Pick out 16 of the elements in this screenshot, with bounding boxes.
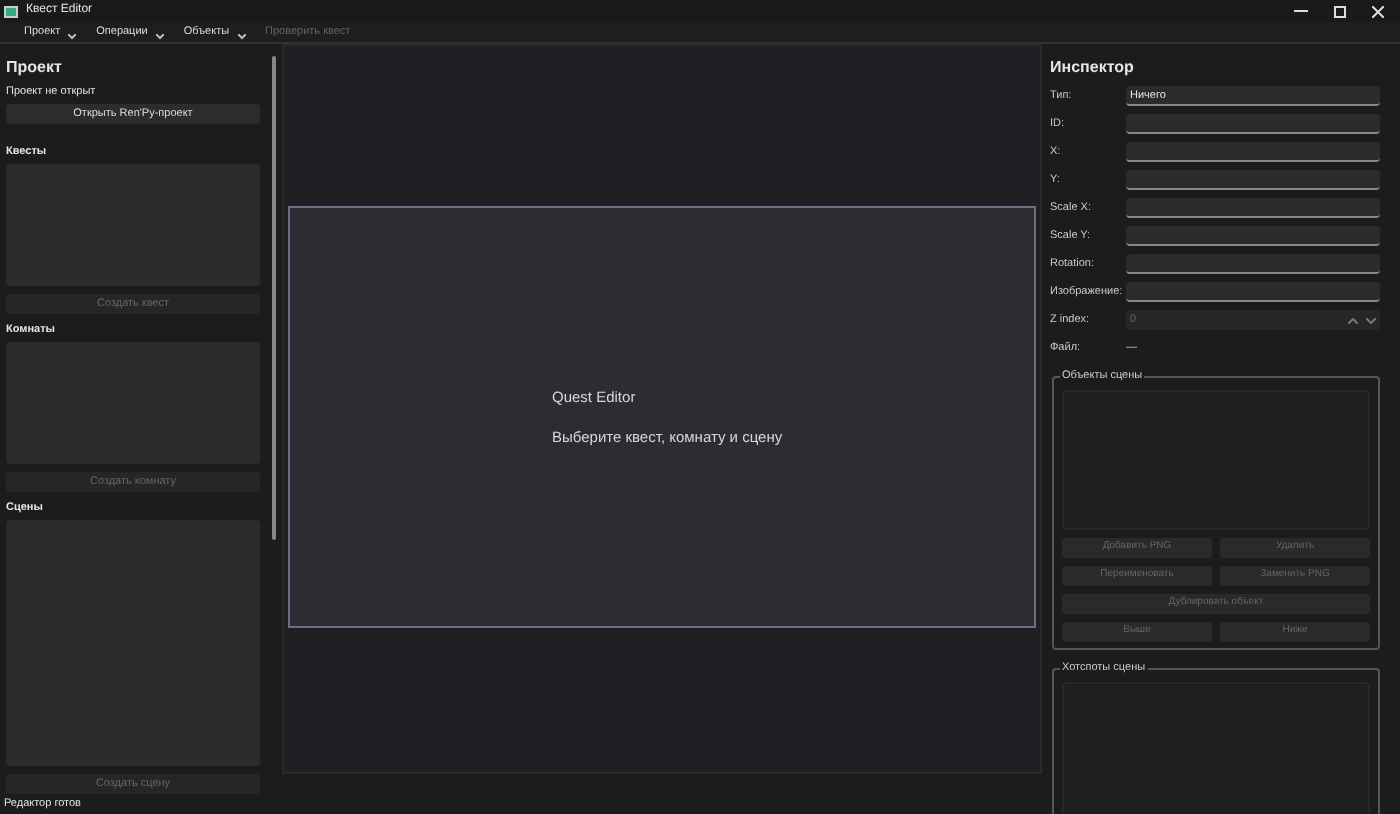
panel-title: Проект [6,56,64,80]
caret-icon [237,33,246,40]
app-icon [4,5,18,17]
scrollbar-thumb[interactable] [272,56,276,540]
text-field[interactable] [1126,114,1380,134]
text-field[interactable] [1126,142,1380,162]
text-field[interactable] [1126,254,1380,274]
text-field[interactable] [1126,282,1380,302]
panel-title: Инспектор [1050,56,1136,80]
text-field[interactable] [1126,170,1380,190]
close-icon[interactable] [1372,5,1384,17]
maximize-icon[interactable] [1334,5,1346,17]
caret-icon [155,33,164,40]
caret-icon [68,33,77,40]
text-field[interactable] [1126,198,1380,218]
text-field[interactable] [1126,226,1380,246]
